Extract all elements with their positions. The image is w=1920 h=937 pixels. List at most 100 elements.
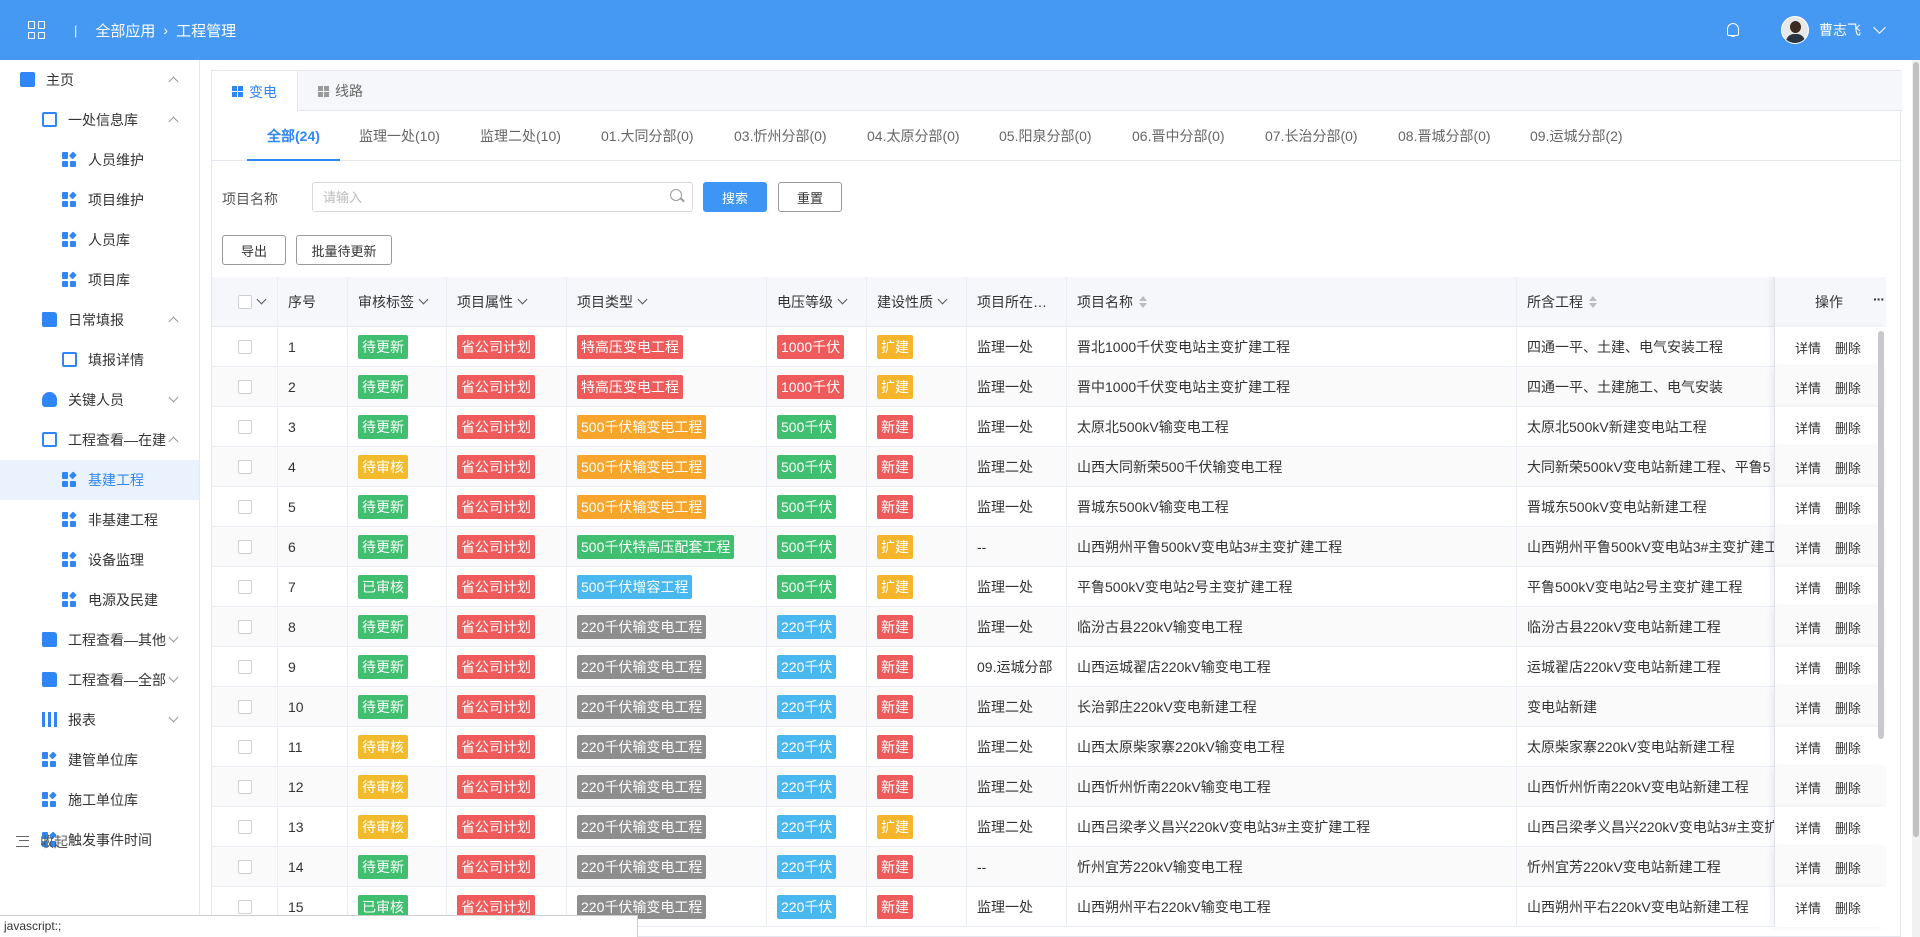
table-row[interactable]: 4 待审核 省公司计划 500千伏输变电工程 500千伏 新建 监理二处 山西大同新荣500千… <box>212 447 1886 487</box>
tab-primary[interactable]: 变电 <box>212 71 298 112</box>
sidebar-item[interactable]: 工程查看—其他 <box>0 620 199 660</box>
filter-icon[interactable] <box>517 294 528 305</box>
delete-link[interactable]: 删除 <box>1835 458 1861 477</box>
detail-link[interactable]: 详情 <box>1795 698 1821 717</box>
detail-link[interactable]: 详情 <box>1795 498 1821 517</box>
sort-icon[interactable] <box>1139 296 1147 308</box>
detail-link[interactable]: 详情 <box>1795 738 1821 757</box>
sidebar-item[interactable]: 施工单位库 <box>0 780 199 820</box>
tab-secondary[interactable]: 07.长治分部(0) <box>1265 111 1358 161</box>
table-row[interactable]: 8 待更新 省公司计划 220千伏输变电工程 220千伏 新建 监理一处 临汾古县220kV输… <box>212 607 1886 647</box>
sidebar-item[interactable]: 人员库 <box>0 220 199 260</box>
search-input[interactable] <box>312 182 693 212</box>
table-row[interactable]: 5 待更新 省公司计划 500千伏输变电工程 500千伏 新建 监理一处 晋城东500kV输变… <box>212 487 1886 527</box>
sort-icon[interactable] <box>1589 296 1597 308</box>
table-row[interactable]: 6 待更新 省公司计划 500千伏特高压配套工程 500千伏 扩建 -- 山西朔州平鲁500k… <box>212 527 1886 567</box>
sidebar-collapse[interactable]: 收起 <box>0 822 200 862</box>
row-checkbox[interactable] <box>238 700 252 714</box>
tab-primary[interactable]: 线路 <box>298 71 383 111</box>
tab-secondary[interactable]: 监理二处(10) <box>480 111 561 161</box>
row-checkbox[interactable] <box>238 660 252 674</box>
detail-link[interactable]: 详情 <box>1795 658 1821 677</box>
detail-link[interactable]: 详情 <box>1795 898 1821 917</box>
detail-link[interactable]: 详情 <box>1795 458 1821 477</box>
delete-link[interactable]: 删除 <box>1835 538 1861 557</box>
sidebar-item[interactable]: 工程查看—在建 <box>0 420 199 460</box>
delete-link[interactable]: 删除 <box>1835 578 1861 597</box>
column-header[interactable]: 项目属性 <box>447 277 567 327</box>
breadcrumb-all-apps[interactable]: 全部应用 <box>95 20 155 41</box>
table-row[interactable]: 2 待更新 省公司计划 特高压变电工程 1000千伏 扩建 监理一处 晋中1000千伏变电站主… <box>212 367 1886 407</box>
detail-link[interactable]: 详情 <box>1795 858 1821 877</box>
delete-link[interactable]: 删除 <box>1835 698 1861 717</box>
tab-secondary[interactable]: 03.忻州分部(0) <box>734 111 827 161</box>
delete-link[interactable]: 删除 <box>1835 778 1861 797</box>
table-row[interactable]: 10 待更新 省公司计划 220千伏输变电工程 220千伏 新建 监理二处 长治郭庄220kV… <box>212 687 1886 727</box>
checkbox[interactable] <box>238 295 252 309</box>
apps-grid-icon[interactable] <box>28 21 46 39</box>
delete-link[interactable]: 删除 <box>1835 818 1861 837</box>
delete-link[interactable]: 删除 <box>1835 378 1861 397</box>
column-header[interactable]: 项目类型 <box>567 277 767 327</box>
filter-icon[interactable] <box>937 294 948 305</box>
row-checkbox[interactable] <box>238 340 252 354</box>
tab-secondary[interactable]: 08.晋城分部(0) <box>1398 111 1491 161</box>
detail-link[interactable]: 详情 <box>1795 578 1821 597</box>
column-header[interactable]: 审核标签 <box>348 277 447 327</box>
row-checkbox[interactable] <box>238 620 252 634</box>
table-row[interactable]: 7 已审核 省公司计划 500千伏增容工程 500千伏 扩建 监理一处 平鲁500kV变电站2… <box>212 567 1886 607</box>
search-icon[interactable] <box>670 189 682 201</box>
row-checkbox[interactable] <box>238 420 252 434</box>
export-button[interactable]: 导出 <box>222 235 286 265</box>
delete-link[interactable]: 删除 <box>1835 738 1861 757</box>
table-scrollbar[interactable] <box>1878 331 1884 739</box>
delete-link[interactable]: 删除 <box>1835 898 1861 917</box>
delete-link[interactable]: 删除 <box>1835 498 1861 517</box>
table-row[interactable]: 13 待审核 省公司计划 220千伏输变电工程 220千伏 扩建 监理二处 山西吕梁孝义昌兴2… <box>212 807 1886 847</box>
sidebar-item[interactable]: 主页 <box>0 60 199 100</box>
detail-link[interactable]: 详情 <box>1795 418 1821 437</box>
bell-icon[interactable] <box>1725 22 1741 38</box>
column-header[interactable]: 项目名称 <box>1067 277 1517 327</box>
sidebar-item[interactable]: 非基建工程 <box>0 500 199 540</box>
search-button[interactable]: 搜索 <box>703 182 767 212</box>
chevron-down-icon[interactable] <box>256 294 267 305</box>
delete-link[interactable]: 删除 <box>1835 858 1861 877</box>
sidebar-item[interactable]: 日常填报 <box>0 300 199 340</box>
row-checkbox[interactable] <box>238 740 252 754</box>
more-icon[interactable]: ··· <box>1873 291 1885 307</box>
sidebar-item[interactable]: 基建工程 <box>0 460 199 500</box>
page-scrollbar[interactable] <box>1912 60 1920 937</box>
sidebar-item[interactable]: 一处信息库 <box>0 100 199 140</box>
column-header[interactable]: 电压等级 <box>767 277 867 327</box>
tab-secondary[interactable]: 全部(24) <box>247 111 340 161</box>
sidebar-item[interactable]: 填报详情 <box>0 340 199 380</box>
batch-update-button[interactable]: 批量待更新 <box>296 235 392 265</box>
tab-secondary[interactable]: 04.太原分部(0) <box>867 111 960 161</box>
table-row[interactable]: 1 待更新 省公司计划 特高压变电工程 1000千伏 扩建 监理一处 晋北1000千伏变电站主… <box>212 327 1886 367</box>
row-checkbox[interactable] <box>238 500 252 514</box>
tab-secondary[interactable]: 05.阳泉分部(0) <box>999 111 1092 161</box>
column-header[interactable]: 建设性质 <box>867 277 967 327</box>
delete-link[interactable]: 删除 <box>1835 658 1861 677</box>
filter-icon[interactable] <box>837 294 848 305</box>
row-checkbox[interactable] <box>238 540 252 554</box>
sidebar-item[interactable]: 项目维护 <box>0 180 199 220</box>
detail-link[interactable]: 详情 <box>1795 338 1821 357</box>
column-header[interactable]: 所含工程 <box>1517 277 1775 327</box>
detail-link[interactable]: 详情 <box>1795 538 1821 557</box>
filter-icon[interactable] <box>637 294 648 305</box>
row-checkbox[interactable] <box>238 460 252 474</box>
detail-link[interactable]: 详情 <box>1795 378 1821 397</box>
chevron-down-icon[interactable] <box>1873 21 1886 34</box>
sidebar-item[interactable]: 项目库 <box>0 260 199 300</box>
detail-link[interactable]: 详情 <box>1795 818 1821 837</box>
row-checkbox[interactable] <box>238 380 252 394</box>
sidebar-item[interactable]: 建管单位库 <box>0 740 199 780</box>
delete-link[interactable]: 删除 <box>1835 418 1861 437</box>
sidebar-item[interactable]: 关键人员 <box>0 380 199 420</box>
detail-link[interactable]: 详情 <box>1795 618 1821 637</box>
row-checkbox[interactable] <box>238 900 252 914</box>
tab-secondary[interactable]: 09.运城分部(2) <box>1530 111 1623 161</box>
detail-link[interactable]: 详情 <box>1795 778 1821 797</box>
